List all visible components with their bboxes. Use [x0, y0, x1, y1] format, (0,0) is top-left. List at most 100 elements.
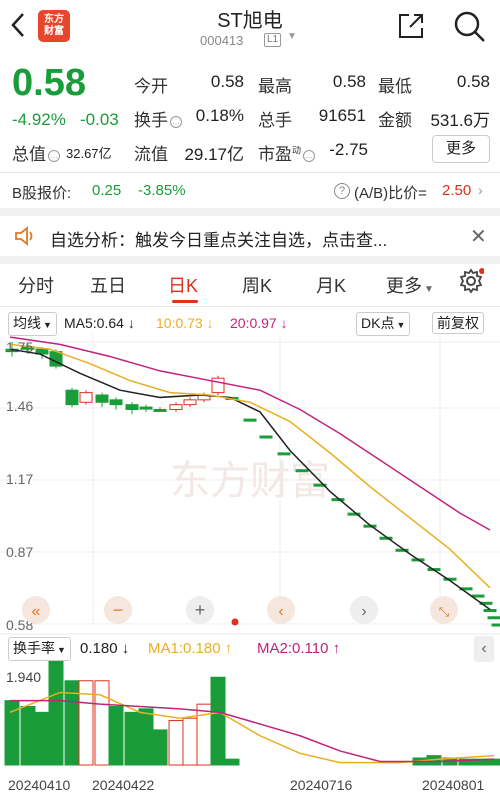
candle-body — [183, 399, 197, 406]
tab-five-day[interactable]: 五日 — [90, 272, 126, 298]
turnover-bar — [224, 758, 240, 766]
info-icon[interactable]: … — [48, 149, 60, 162]
kline-chart[interactable]: 东方财富 1.75 1.46 1.17 0.87 0.58 « − + ‹ › … — [0, 334, 500, 796]
change-amount: -0.03 — [80, 110, 119, 129]
date-label: 20240422 — [92, 777, 155, 793]
volume-value: 91651 — [318, 106, 366, 125]
bshare-pct: -3.85% — [138, 182, 186, 199]
tab-day-k[interactable]: 日K — [168, 272, 198, 298]
logo-line-2: 财富 — [44, 26, 64, 37]
tab-more[interactable]: 更多 ▼ — [386, 272, 434, 298]
low-label: 最低 — [378, 77, 412, 96]
bshare-label: B股报价: — [12, 185, 72, 202]
high-value: 0.58 — [332, 72, 366, 91]
collapse-panel-button[interactable]: ‹ — [474, 636, 494, 662]
dk-label: DK点 — [361, 315, 395, 331]
turnover-type-select[interactable]: 换手率 ▼ — [8, 637, 71, 661]
ma-type-select[interactable]: 均线 ▼ — [8, 312, 57, 336]
section-gap — [0, 256, 500, 264]
turnover-bars — [4, 647, 500, 766]
tab-week-k[interactable]: 周K — [242, 272, 272, 298]
adjust-button[interactable]: 前复权 — [432, 312, 484, 334]
ab-ratio-label: (A/B)比价= — [354, 185, 427, 202]
date-label: 20240716 — [290, 777, 353, 793]
y-axis-label: 1.46 — [6, 398, 33, 414]
mktcap-label-text: 总值 — [12, 145, 46, 164]
search-icon[interactable] — [452, 9, 486, 43]
float-value: 29.17亿 — [184, 145, 244, 164]
mktcap-label: 总值… — [12, 140, 62, 165]
turnover-bar — [34, 711, 50, 766]
turnover-bar — [138, 708, 154, 766]
candle-body — [295, 469, 309, 473]
turnover-bar — [124, 711, 140, 766]
close-icon[interactable]: ✕ — [470, 224, 487, 249]
turnover-ma2-text: MA2:0.110 — [257, 640, 329, 657]
info-icon[interactable]: … — [303, 149, 316, 162]
candle-body — [487, 616, 500, 620]
ma20-value: 20:0.97 ↓ — [230, 315, 288, 331]
pe-label-text: 市盈 — [258, 145, 292, 164]
watermark: 东方财富 — [170, 459, 330, 503]
candle-body — [471, 594, 485, 598]
tab-active-indicator — [172, 300, 198, 303]
section-gap — [0, 208, 500, 216]
turnover-bar — [20, 706, 36, 766]
ma10-text: 10:0.73 — [156, 315, 203, 331]
turnover-value: 0.18% — [195, 106, 244, 125]
candle-body — [483, 609, 497, 613]
turnover-bar — [48, 647, 64, 766]
ma10-value: 10:0.73 ↓ — [156, 315, 214, 331]
chevron-right-icon: › — [361, 603, 366, 620]
level-badge[interactable]: L1 — [264, 33, 282, 47]
chevron-right-icon[interactable]: › — [478, 182, 483, 198]
candle-body — [95, 394, 109, 403]
page-dot — [231, 618, 239, 626]
turnover-label: 换手率 — [13, 640, 55, 656]
open-label: 今开 — [134, 77, 168, 96]
volume-label: 总手 — [258, 111, 292, 130]
divider — [0, 172, 500, 173]
help-icon[interactable]: ? — [334, 183, 350, 199]
change-percent: -4.92% — [12, 110, 66, 129]
candle-body — [169, 404, 183, 410]
candle-body — [139, 406, 153, 410]
pe-superscript: 动 — [292, 145, 302, 156]
amount-label: 金额 — [378, 111, 412, 130]
logo-line-1: 东方 — [44, 14, 64, 25]
y-axis-label: 1.17 — [6, 471, 33, 487]
candle-body — [259, 435, 273, 439]
tab-intraday[interactable]: 分时 — [18, 272, 54, 298]
candle-body — [79, 392, 93, 403]
turnover-label: 换手… — [134, 106, 184, 131]
turnover-bar — [152, 729, 168, 766]
ab-ratio-value: 2.50 — [442, 182, 472, 199]
stock-name: ST旭电 — [217, 10, 283, 32]
settings-gear-icon[interactable] — [458, 268, 485, 294]
more-quote-button[interactable]: 更多 — [432, 135, 490, 163]
turnover-ma1: MA1:0.180 ↑ — [148, 640, 233, 657]
tab-more-label: 更多 — [386, 276, 422, 296]
double-left-icon: « — [32, 603, 41, 620]
info-icon[interactable]: … — [170, 115, 182, 128]
share-icon[interactable] — [396, 11, 426, 41]
header-bar: 东方 财富 ST旭电 000413 L1 ▼ — [0, 0, 500, 56]
date-label: 20240410 — [8, 777, 71, 793]
notice-text[interactable]: 自选分析：触发今日重点关注自选，点击查... — [50, 226, 387, 251]
tab-month-k[interactable]: 月K — [316, 272, 346, 298]
candle-body — [211, 377, 225, 394]
turnover-bar — [182, 717, 198, 766]
candle-body — [277, 452, 291, 456]
candle-body — [153, 408, 167, 412]
candle-body — [243, 418, 257, 422]
plus-icon: + — [195, 600, 206, 620]
date-label: 20240801 — [422, 777, 485, 793]
candle-body — [109, 399, 123, 406]
dk-point-button[interactable]: DK点 ▼ — [356, 312, 411, 336]
y-axis-label: 0.87 — [6, 544, 33, 560]
ma5-value: MA5:0.64 ↓ — [64, 315, 135, 331]
code-dropdown-icon[interactable]: ▼ — [287, 31, 297, 42]
turnover-bar — [108, 706, 124, 766]
back-arrow-icon[interactable] — [8, 10, 36, 40]
turnover-bar — [94, 680, 110, 766]
